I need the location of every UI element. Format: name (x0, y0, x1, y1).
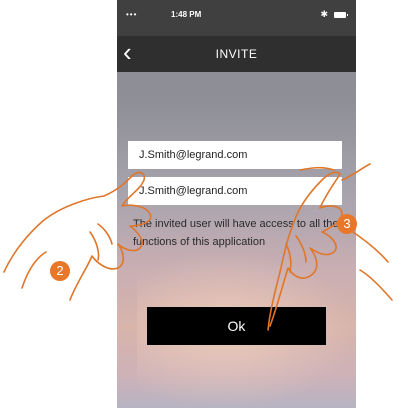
access-note: The invited user will have access to all… (133, 218, 339, 248)
ok-button[interactable]: Ok (147, 307, 326, 345)
step-3-badge: 3 (337, 214, 357, 234)
status-bar: ••• 1:48 PM ✱ (117, 0, 356, 36)
nav-bar: ‹ INVITE (117, 36, 356, 72)
battery-icon (334, 11, 348, 18)
email-field[interactable]: J.Smith@legrand.com (128, 141, 342, 169)
status-time: 1:48 PM (171, 10, 202, 19)
page-title: INVITE (215, 47, 258, 61)
bluetooth-icon: ✱ (320, 9, 328, 19)
status-icons: ✱ (320, 9, 348, 20)
signal-indicator: ••• (126, 10, 138, 19)
email-confirm-field[interactable]: J.Smith@legrand.com (128, 177, 342, 205)
step-2-badge: 2 (50, 261, 70, 281)
